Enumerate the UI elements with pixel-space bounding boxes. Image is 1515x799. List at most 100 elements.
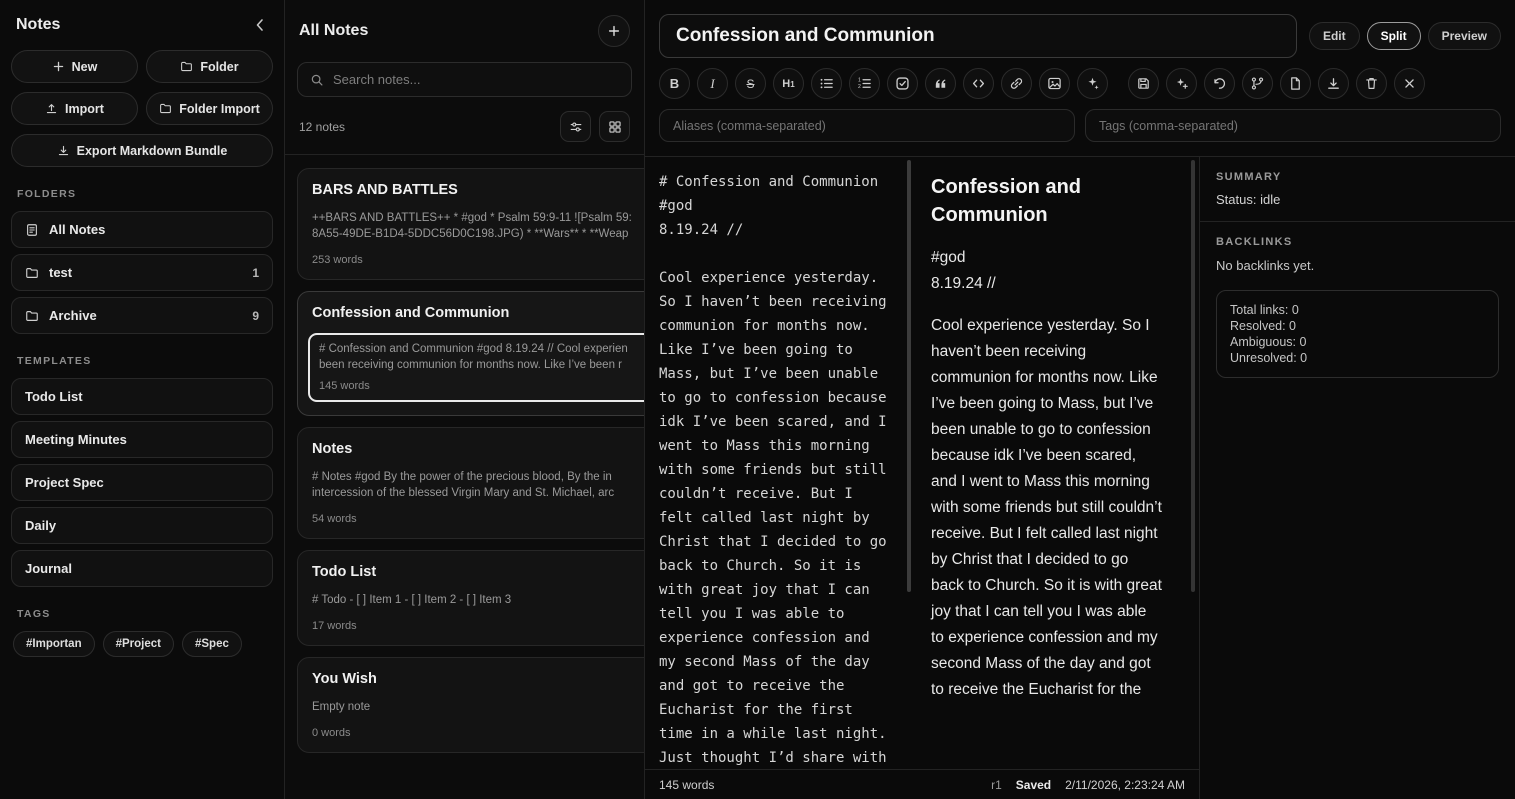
sparkles-icon (1085, 76, 1100, 91)
folder-label: test (49, 265, 72, 280)
note-preview-line: # Confession and Communion #god 8.19.24 … (319, 341, 644, 357)
heading-1-button[interactable]: H1 (773, 68, 804, 99)
enhance-icon (1174, 76, 1189, 91)
strikethrough-icon: S (743, 76, 758, 91)
strikethrough-button[interactable]: S (735, 68, 766, 99)
history-button[interactable] (1204, 68, 1235, 99)
backlink-stat: Resolved: 0 (1230, 318, 1485, 334)
tag-pill[interactable]: #Importan (13, 631, 95, 657)
note-preview-line: 8A55-49DE-B1D4-5DDC56D0C198.JPG) * **War… (312, 226, 644, 242)
italic-button[interactable]: I (697, 68, 728, 99)
aliases-input[interactable] (659, 109, 1075, 142)
note-word-count: 17 words (312, 620, 644, 632)
close-button[interactable] (1394, 68, 1425, 99)
folder-icon (25, 266, 39, 280)
add-note-button[interactable] (598, 15, 630, 47)
bold-button[interactable]: B (659, 68, 690, 99)
notes-meta-row: 12 notes (285, 97, 644, 154)
svg-text:2: 2 (858, 84, 861, 90)
preview-scrollbar[interactable] (1187, 157, 1199, 769)
link-button[interactable] (1001, 68, 1032, 99)
sidebar-folder-archive[interactable]: Archive9 (11, 297, 273, 334)
folders-section-label: FOLDERS (17, 188, 267, 200)
format-toolbar: BIS H1 12 (645, 58, 1515, 99)
template-todo-list[interactable]: Todo List (11, 378, 273, 415)
sidebar-folder-all-notes[interactable]: All Notes (11, 211, 273, 248)
trash-icon (1364, 76, 1379, 91)
summary-section-label: SUMMARY (1216, 171, 1499, 183)
template-meeting-minutes[interactable]: Meeting Minutes (11, 421, 273, 458)
notes-list-title: All Notes (299, 22, 368, 40)
image-button[interactable] (1039, 68, 1070, 99)
branch-icon (1250, 76, 1265, 91)
templates-list: Todo List Meeting Minutes Project Spec Dail… (11, 378, 273, 587)
folder-icon (159, 102, 172, 115)
bold-icon: B (667, 76, 682, 91)
notes-list-header: All Notes (285, 0, 644, 61)
document-button[interactable] (1280, 68, 1311, 99)
save-icon (1136, 76, 1151, 91)
sliders-icon (569, 120, 583, 134)
download-button[interactable] (1318, 68, 1349, 99)
import-button[interactable]: Import (11, 92, 138, 125)
summary-status: Status: idle (1216, 192, 1499, 207)
note-card[interactable]: Todo List# Todo - [ ] Item 1 - [ ] Item … (297, 550, 644, 646)
search-box[interactable] (297, 62, 632, 97)
enhance-button[interactable] (1166, 68, 1197, 99)
tag-pill[interactable]: #Project (103, 631, 174, 657)
new-note-button[interactable]: New (11, 50, 138, 83)
note-card[interactable]: Notes# Notes #god By the power of the pr… (297, 427, 644, 539)
editor-body: # Confession and Communion #god 8.19.24 … (645, 156, 1515, 799)
quote-button[interactable] (925, 68, 956, 99)
action-buttons-group (1128, 68, 1425, 99)
note-card-title: Confession and Communion (312, 305, 644, 321)
link-icon (1009, 76, 1024, 91)
task-list-button[interactable] (887, 68, 918, 99)
sparkles-button[interactable] (1077, 68, 1108, 99)
search-input[interactable] (333, 72, 619, 87)
numbered-list-button[interactable]: 12 (849, 68, 880, 99)
note-title-input[interactable] (659, 14, 1297, 58)
note-card[interactable]: You WishEmpty note0 words (297, 657, 644, 753)
task-list-icon (895, 76, 910, 91)
collapse-sidebar-icon[interactable] (252, 17, 268, 33)
tag-pill[interactable]: #Spec (182, 631, 242, 657)
heading-1-icon: H1 (781, 76, 796, 91)
folder-import-label: Folder Import (179, 102, 260, 116)
source-scrollbar[interactable] (903, 157, 915, 769)
note-card[interactable]: BARS AND BATTLES++BARS AND BATTLES++ * #… (297, 168, 644, 280)
download-icon (57, 144, 70, 157)
mode-edit-button[interactable]: Edit (1309, 22, 1360, 50)
template-daily[interactable]: Daily (11, 507, 273, 544)
code-button[interactable] (963, 68, 994, 99)
note-card[interactable]: Confession and Communion # Confession and… (297, 291, 644, 416)
folder-label: All Notes (49, 222, 105, 237)
export-markdown-bundle-button[interactable]: Export Markdown Bundle (11, 134, 273, 167)
template-project-spec[interactable]: Project Spec (11, 464, 273, 501)
save-button[interactable] (1128, 68, 1159, 99)
list-view-controls (560, 111, 630, 142)
tags-input[interactable] (1085, 109, 1501, 142)
mode-preview-button[interactable]: Preview (1428, 22, 1501, 50)
branch-button[interactable] (1242, 68, 1273, 99)
note-word-count: 145 words (319, 380, 644, 392)
folder-count: 1 (252, 266, 259, 280)
sidebar-folder-test[interactable]: test 1 (11, 254, 273, 291)
markdown-source-editor[interactable]: # Confession and Communion #god 8.19.24 … (645, 157, 903, 769)
mode-split-button[interactable]: Split (1367, 22, 1421, 50)
filter-sort-button[interactable] (560, 111, 591, 142)
quote-icon (933, 76, 948, 91)
new-folder-button[interactable]: Folder (146, 50, 273, 83)
grid-view-button[interactable] (599, 111, 630, 142)
template-journal[interactable]: Journal (11, 550, 273, 587)
folder-import-button[interactable]: Folder Import (146, 92, 273, 125)
trash-button[interactable] (1356, 68, 1387, 99)
note-preview: ++BARS AND BATTLES++ * #god * Psalm 59:9… (312, 210, 644, 266)
bullet-list-button[interactable] (811, 68, 842, 99)
saved-status: Saved (1016, 778, 1051, 792)
notes-list-panel: All Notes 12 notes BARS AND BATTLES++BAR… (285, 0, 645, 799)
preview-scrollbar-thumb[interactable] (1191, 160, 1195, 592)
svg-text:1: 1 (858, 78, 861, 84)
source-scrollbar-thumb[interactable] (907, 160, 911, 592)
view-mode-switch: EditSplitPreview (1309, 22, 1501, 50)
